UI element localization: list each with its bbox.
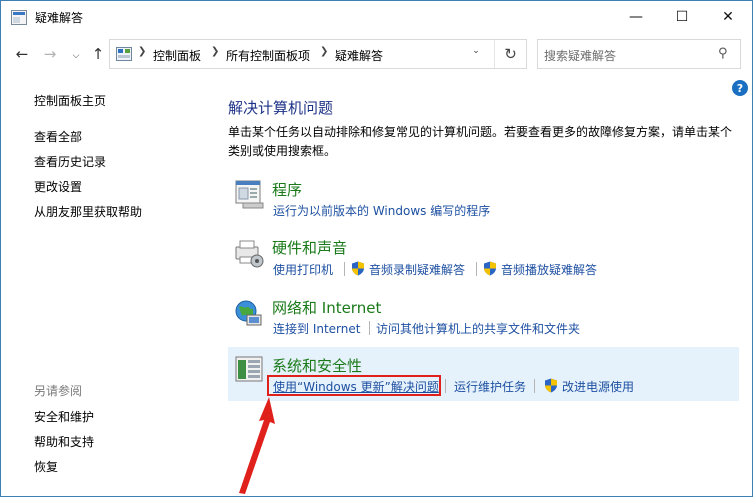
minimize-button[interactable]: — (613, 1, 659, 33)
hardware-sound-icon (235, 240, 264, 268)
category-title-network[interactable]: 网络和 Internet (272, 297, 381, 318)
recent-locations-chevron-icon[interactable]: ⌵ (65, 45, 87, 67)
see-also-heading: 另请参阅 (34, 384, 83, 398)
link-connect-internet[interactable]: 连接到 Internet (273, 320, 360, 337)
uac-shield-icon (545, 378, 557, 393)
address-dropdown-chevron-icon[interactable]: ⌄ (466, 46, 486, 56)
nav-change-settings[interactable]: 更改设置 (34, 178, 82, 195)
help-icon[interactable]: ? (732, 80, 748, 96)
breadcrumb-control-panel[interactable]: 控制面板 (153, 47, 201, 64)
link-access-shared-files[interactable]: 访问其他计算机上的共享文件和文件夹 (376, 320, 580, 337)
maximize-button[interactable]: ☐ (659, 1, 705, 33)
link-use-printer[interactable]: 使用打印机 (273, 261, 333, 278)
link-improve-power-usage[interactable]: 改进电源使用 (562, 378, 634, 395)
nav-get-help-from-friend[interactable]: 从朋友那里获取帮助 (34, 203, 142, 220)
category-network: 网络和 Internet 连接到 Internet 访问其他计算机上的共享文件和… (228, 291, 739, 343)
up-arrow-icon[interactable]: ↑ (87, 43, 109, 65)
link-audio-recording-troubleshoot[interactable]: 音频录制疑难解答 (369, 261, 465, 278)
link-separator (534, 379, 535, 393)
nav-view-all[interactable]: 查看全部 (34, 128, 82, 145)
system-security-icon (235, 356, 263, 382)
nav-recovery[interactable]: 恢复 (34, 458, 58, 475)
breadcrumb-separator-icon: ❯ (320, 46, 329, 57)
link-separator (445, 379, 446, 393)
category-programs: 程序 运行为以前版本的 Windows 编写的程序 (228, 173, 739, 223)
close-button[interactable]: ✕ (705, 1, 751, 33)
page-description: 单击某个任务以自动排除和修复常见的计算机问题。若要查看更多的故障修复方案，请单击… (228, 125, 733, 158)
page-title: 解决计算机问题 (228, 99, 334, 117)
address-bar[interactable]: ❯ 控制面板 ❯ 所有控制面板项 ❯ 疑难解答 ⌄ ↻ (109, 39, 527, 69)
nav-control-panel-home[interactable]: 控制面板主页 (34, 92, 106, 109)
annotation-arrow-icon (239, 397, 275, 494)
uac-shield-icon (352, 261, 364, 276)
breadcrumb-separator-icon: ❯ (138, 46, 147, 57)
category-hardware-sound: 硬件和声音 使用打印机 音频录制疑难解答 音频播放疑难解答 (228, 231, 739, 283)
link-separator (344, 262, 345, 276)
title-bar: 疑难解答 — ☐ ✕ (1, 1, 752, 35)
link-separator (476, 262, 477, 276)
troubleshooting-app-icon (11, 10, 27, 25)
link-run-maintenance[interactable]: 运行维护任务 (454, 378, 526, 395)
link-run-older-programs[interactable]: 运行为以前版本的 Windows 编写的程序 (273, 202, 490, 219)
category-title-hardware-sound[interactable]: 硬件和声音 (272, 237, 347, 258)
uac-shield-icon (484, 261, 496, 276)
search-input[interactable]: 搜索疑难解答 ⚲ (537, 39, 741, 69)
nav-security-maintenance[interactable]: 安全和维护 (34, 408, 94, 425)
nav-help-support[interactable]: 帮助和支持 (34, 433, 94, 450)
category-title-system-security[interactable]: 系统和安全性 (272, 355, 362, 376)
annotation-highlight-box (267, 375, 441, 396)
navigation-bar: ← → ⌵ ↑ ❯ 控制面板 ❯ 所有控制面板项 ❯ 疑难解答 ⌄ ↻ 搜索疑难… (1, 35, 752, 75)
refresh-icon[interactable]: ↻ (494, 40, 526, 68)
control-panel-icon (116, 47, 132, 61)
nav-view-history[interactable]: 查看历史记录 (34, 153, 106, 170)
forward-arrow-icon[interactable]: → (39, 43, 61, 65)
breadcrumb-separator-icon: ❯ (211, 46, 220, 57)
back-arrow-icon[interactable]: ← (11, 43, 33, 65)
network-icon (235, 300, 262, 326)
programs-icon (235, 180, 264, 209)
link-separator (369, 321, 370, 335)
breadcrumb-troubleshooting[interactable]: 疑难解答 (335, 47, 383, 64)
breadcrumb-all-items[interactable]: 所有控制面板项 (226, 47, 310, 64)
troubleshooting-window: 疑难解答 — ☐ ✕ ← → ⌵ ↑ ❯ 控制面板 ❯ 所有控制面板项 ❯ 疑难… (0, 0, 753, 497)
search-placeholder: 搜索疑难解答 (544, 49, 617, 63)
window-title: 疑难解答 (35, 11, 84, 25)
link-audio-playback-troubleshoot[interactable]: 音频播放疑难解答 (501, 261, 597, 278)
search-icon[interactable]: ⚲ (718, 46, 728, 61)
category-title-programs[interactable]: 程序 (272, 179, 302, 200)
